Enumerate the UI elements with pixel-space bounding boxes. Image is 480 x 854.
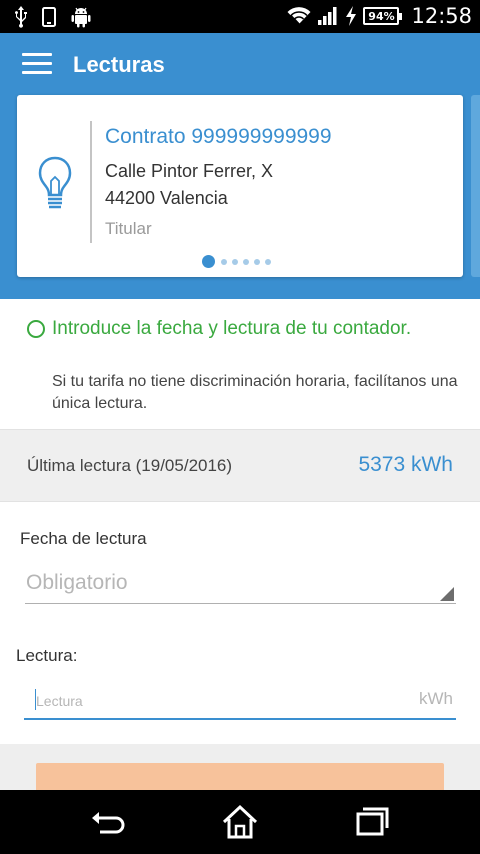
- last-reading-row: Última lectura (19/05/2016) 5373 kWh: [0, 429, 480, 502]
- date-label: Fecha de lectura: [20, 529, 147, 548]
- dropdown-triangle-icon: [440, 587, 454, 601]
- status-bar-left-icons: [14, 6, 92, 28]
- instructions-section: Introduce la fecha y lectura de tu conta…: [0, 299, 480, 429]
- pager-dot[interactable]: [254, 258, 260, 265]
- signal-icon: [318, 7, 337, 25]
- contract-role: Titular: [105, 219, 152, 238]
- pager-dot[interactable]: [243, 258, 249, 265]
- status-bar: 94% 12:58: [0, 0, 480, 33]
- last-reading-label: Última lectura (19/05/2016): [27, 456, 233, 475]
- phone-icon: [42, 7, 56, 27]
- android-icon: [71, 7, 91, 28]
- last-reading-value: 5373 kWh: [358, 453, 453, 476]
- page-title: Lecturas: [73, 52, 165, 77]
- lightbulb-icon: [38, 156, 72, 209]
- contract-card[interactable]: Contrato 999999999999 Calle Pintor Ferre…: [17, 95, 463, 277]
- instructions-title: Introduce la fecha y lectura de tu conta…: [52, 318, 412, 339]
- battery-level: 94%: [368, 9, 395, 23]
- date-select[interactable]: Obligatorio: [25, 566, 456, 604]
- instructions-subtitle: Si tu tarifa no tiene discriminación hor…: [52, 373, 458, 412]
- usb-icon: [15, 6, 27, 28]
- pager-dot-active[interactable]: [202, 255, 215, 268]
- pager-dot[interactable]: [221, 258, 227, 265]
- battery-indicator: 94%: [363, 7, 403, 25]
- address-line-1: Calle Pintor Ferrer, X: [105, 161, 274, 181]
- pager-dot[interactable]: [232, 258, 238, 265]
- clock: 12:58: [411, 4, 472, 28]
- address-line-2: 44200 Valencia: [105, 188, 228, 208]
- contract-number: Contrato 999999999999: [105, 125, 332, 148]
- reading-form: Fecha de lectura Obligatorio Lectura: kW…: [0, 502, 480, 744]
- hamburger-menu-icon[interactable]: [22, 53, 52, 75]
- app-header: Lecturas Contrato 999999999999 Calle Pin…: [0, 33, 480, 299]
- home-icon[interactable]: [220, 804, 260, 840]
- circle-status-icon: [27, 320, 45, 338]
- reading-unit: kWh: [419, 689, 453, 708]
- reading-input[interactable]: [36, 690, 396, 712]
- charging-icon: [346, 6, 357, 26]
- date-placeholder: Obligatorio: [26, 571, 128, 594]
- back-icon[interactable]: [88, 804, 128, 840]
- card-pager: [202, 255, 271, 268]
- reading-label: Lectura:: [16, 646, 78, 665]
- recent-apps-icon[interactable]: [352, 804, 392, 840]
- navigation-bar: [0, 790, 480, 854]
- next-contract-card[interactable]: [471, 95, 480, 277]
- wifi-icon: [287, 7, 311, 25]
- text-cursor: [35, 689, 36, 710]
- bottom-action-area: [0, 744, 480, 813]
- card-divider: [90, 121, 92, 243]
- reading-field[interactable]: kWh: [24, 680, 456, 720]
- status-bar-right-icons: 94% 12:58: [287, 4, 472, 28]
- pager-dot[interactable]: [265, 258, 271, 265]
